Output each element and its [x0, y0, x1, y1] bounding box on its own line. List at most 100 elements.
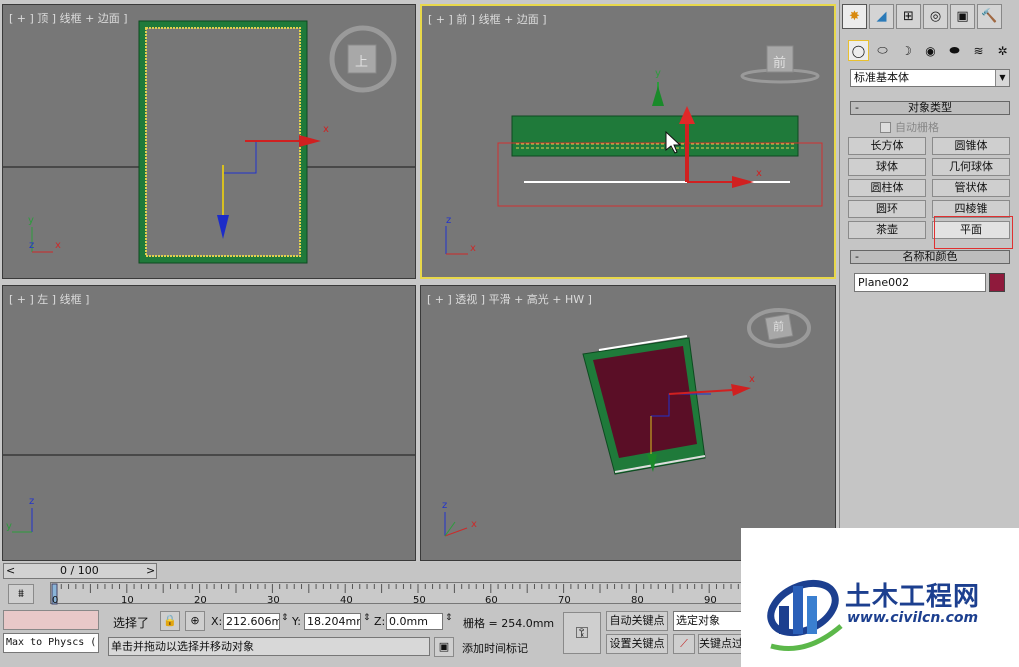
- utilities-tab-icon[interactable]: 🔨: [977, 4, 1002, 29]
- persp-gizmo-x-label: x: [749, 374, 755, 385]
- viewcube-top-face[interactable]: 上: [355, 51, 368, 70]
- curve-editor-icon[interactable]: ⩩: [8, 584, 34, 604]
- shapes-icon[interactable]: ⬭: [872, 40, 893, 61]
- name-color-rollout[interactable]: - 名称和颜色: [850, 250, 1010, 264]
- object-color-swatch[interactable]: [989, 273, 1005, 292]
- viewcube-persp-face[interactable]: 前: [773, 318, 784, 334]
- tube-button[interactable]: 管状体: [932, 179, 1010, 197]
- viewport-left[interactable]: [ + ] 左 ] 线框 ] z y: [2, 285, 416, 561]
- tick-label: 80: [631, 595, 644, 606]
- front-corner-axis-x: x: [470, 243, 476, 254]
- top-corner-axis-z: z: [29, 240, 35, 251]
- y-coord-input[interactable]: 18.204mm: [304, 613, 361, 630]
- tick-label: 10: [121, 595, 134, 606]
- lock-selection-icon[interactable]: 🔒: [160, 611, 180, 631]
- cone-button[interactable]: 圆锥体: [932, 137, 1010, 155]
- modify-tab-icon[interactable]: ◢: [869, 4, 894, 29]
- tick-label: 90: [704, 595, 717, 606]
- lights-icon[interactable]: ☽: [896, 40, 917, 61]
- tick-label: 50: [413, 595, 426, 606]
- time-slider-prev[interactable]: <: [6, 564, 15, 577]
- viewport-left-label[interactable]: [ + ] 左 ] 线框 ]: [9, 291, 89, 307]
- x-spinner-icon[interactable]: ⇕: [281, 613, 289, 623]
- time-tag-icon[interactable]: ▣: [434, 637, 454, 657]
- command-panel-tabs: ✸ ◢ ⊞ ◎ ▣ 🔨: [842, 4, 1002, 29]
- primitive-type-value: 标准基本体: [854, 71, 909, 84]
- timeline-track[interactable]: 0 10 20 30 40 50 60 70 80 90: [50, 582, 750, 606]
- viewport-front[interactable]: [ + ] 前 ] 线框 + 边面 ] 前 y x z x: [420, 4, 836, 279]
- x-coord-label: X:: [211, 615, 223, 628]
- key-filters-icon[interactable]: ⟋: [673, 634, 695, 654]
- box-button[interactable]: 长方体: [848, 137, 926, 155]
- cylinder-button[interactable]: 圆柱体: [848, 179, 926, 197]
- auto-grid-checkbox[interactable]: 自动栅格: [880, 119, 939, 135]
- grid-size: 栅格 = 254.0mm: [463, 617, 555, 630]
- motion-tab-icon[interactable]: ◎: [923, 4, 948, 29]
- tick-label: 30: [267, 595, 280, 606]
- top-corner-axis-y: y: [28, 215, 34, 226]
- rollout-collapse-icon: -: [855, 250, 859, 263]
- set-key-button[interactable]: 设置关键点: [606, 634, 668, 654]
- teapot-button[interactable]: 茶壶: [848, 221, 926, 239]
- selected-objects-dropdown[interactable]: 选定对象: [673, 611, 743, 631]
- hierarchy-tab-icon[interactable]: ⊞: [896, 4, 921, 29]
- checkbox-icon: [880, 121, 891, 133]
- front-corner-axis-z: z: [446, 215, 452, 226]
- y-coord-label: Y:: [292, 615, 301, 628]
- left-corner-axis-z: z: [29, 496, 35, 507]
- key-filters-button[interactable]: 关键点过: [698, 634, 743, 654]
- viewport-front-label[interactable]: [ + ] 前 ] 线框 + 边面 ]: [428, 11, 547, 27]
- space-warps-icon[interactable]: ≋: [968, 40, 989, 61]
- primitive-type-dropdown[interactable]: 标准基本体 ▼: [850, 69, 1010, 87]
- viewcube-front-face[interactable]: 前: [773, 52, 786, 71]
- time-slider-next[interactable]: >: [146, 564, 155, 577]
- geosphere-button[interactable]: 几何球体: [932, 158, 1010, 176]
- key-mode-icon[interactable]: ⚿: [563, 612, 601, 654]
- display-tab-icon[interactable]: ▣: [950, 4, 975, 29]
- viewport-front-scene: [445, 45, 823, 255]
- absolute-mode-icon[interactable]: ⊕: [185, 611, 205, 631]
- selection-status: 选择了: [113, 616, 150, 630]
- rollout-collapse-icon: -: [855, 101, 859, 114]
- z-spinner-icon[interactable]: ⇕: [445, 613, 453, 623]
- sphere-button[interactable]: 球体: [848, 158, 926, 176]
- tick-label: 0: [52, 595, 59, 606]
- persp-corner-axis-z: z: [442, 500, 448, 511]
- viewport-perspective-label[interactable]: [ + ] 透视 ] 平滑 + 高光 + HW ]: [427, 291, 592, 307]
- cameras-icon[interactable]: ◉: [920, 40, 941, 61]
- object-type-rollout[interactable]: - 对象类型: [850, 101, 1010, 115]
- maxscript-listener[interactable]: Max to Physcs (: [3, 633, 99, 653]
- add-time-tag[interactable]: 添加时间标记: [462, 640, 528, 656]
- torus-button[interactable]: 圆环: [848, 200, 926, 218]
- auto-key-button[interactable]: 自动关键点: [606, 611, 668, 631]
- prompt-line: 单击并拖动以选择并移动对象: [108, 637, 430, 656]
- plane-button-highlight: [934, 216, 1013, 249]
- name-color-title: 名称和颜色: [902, 250, 958, 263]
- create-tab-icon[interactable]: ✸: [842, 4, 867, 29]
- viewport-top-label[interactable]: [ + ] 顶 ] 线框 + 边面 ]: [9, 10, 128, 26]
- create-category-bar: ◯ ⬭ ☽ ◉ ⬬ ≋ ✲: [848, 40, 1013, 61]
- time-slider[interactable]: < 0 / 100 >: [3, 563, 157, 579]
- status-color-bar: [3, 610, 99, 630]
- z-coord-input[interactable]: 0.0mm: [386, 613, 443, 630]
- viewport-top-scene: [3, 20, 415, 264]
- helpers-icon[interactable]: ⬬: [944, 40, 965, 61]
- timeline-ticks: [51, 583, 747, 605]
- z-coord-label: Z:: [374, 615, 386, 628]
- y-spinner-icon[interactable]: ⇕: [363, 613, 371, 623]
- geometry-icon[interactable]: ◯: [848, 40, 869, 61]
- viewport-top[interactable]: [ + ] 顶 ] 线框 + 边面 ] 上 x y z x: [2, 4, 416, 279]
- viewport-perspective[interactable]: [ + ] 透视 ] 平滑 + 高光 + HW ] 前 x z x: [420, 285, 836, 561]
- tick-label: 40: [340, 595, 353, 606]
- left-corner-axis-y: y: [6, 521, 12, 532]
- object-type-title: 对象类型: [908, 101, 952, 114]
- x-coord-input[interactable]: 212.606mm: [223, 613, 280, 630]
- watermark-title: 土木工程网: [845, 582, 981, 612]
- tick-label: 70: [558, 595, 571, 606]
- tick-label: 20: [194, 595, 207, 606]
- watermark-url: www.civilcn.com: [847, 610, 979, 626]
- command-panel: ✸ ◢ ⊞ ◎ ▣ 🔨 ◯ ⬭ ☽ ◉ ⬬ ≋ ✲ 标准基本体 ▼ - 对象类型…: [839, 0, 1019, 530]
- object-name-field[interactable]: Plane002: [854, 273, 986, 292]
- systems-icon[interactable]: ✲: [992, 40, 1013, 61]
- watermark: 土木工程网 www.civilcn.com: [741, 528, 1019, 667]
